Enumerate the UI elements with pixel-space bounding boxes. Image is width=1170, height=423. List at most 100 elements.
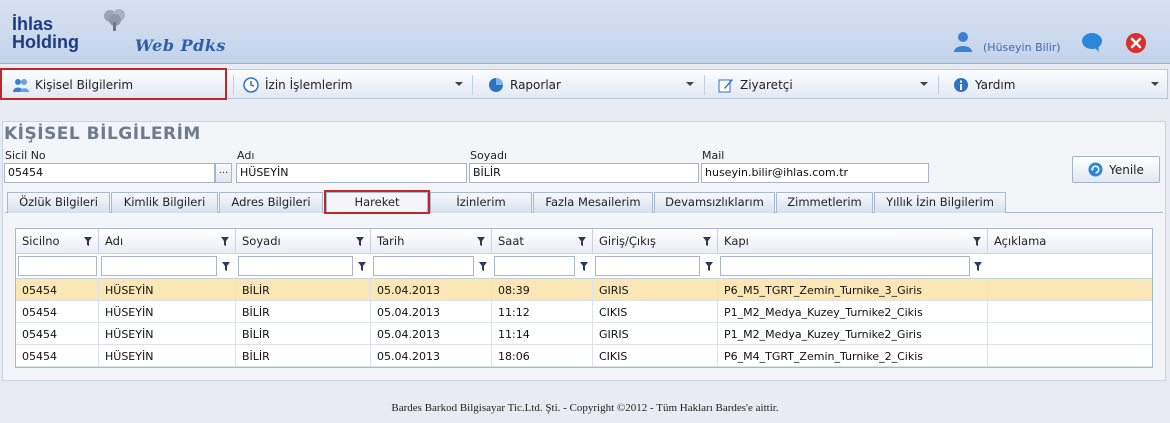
- sicil-no-input[interactable]: 05454: [4, 163, 215, 183]
- filter-icon[interactable]: [580, 262, 588, 271]
- edit-icon: [718, 79, 733, 93]
- column-divider: [592, 279, 593, 367]
- cell-kapi: P6_M5_TGRT_Zemin_Turnike_3_Giris: [724, 284, 922, 297]
- user-icon[interactable]: [952, 31, 974, 53]
- tab-devamsizliklarim[interactable]: Devamsızlıklarım: [654, 192, 775, 213]
- user-name-link[interactable]: (Hüseyin Bilir): [983, 41, 1061, 54]
- cell-sicilno: 05454: [22, 328, 57, 341]
- sicil-lookup-button[interactable]: ...: [215, 163, 232, 183]
- column-divider: [717, 279, 718, 367]
- adi-input[interactable]: HÜSEYİN: [236, 163, 467, 183]
- active-tab-highlight: [324, 190, 430, 214]
- filter-icon[interactable]: [703, 237, 711, 246]
- app-header: İhlas Holding Web Pdks (Hüseyin Bilir): [0, 0, 1170, 64]
- filter-icon[interactable]: [222, 262, 230, 271]
- menu-separator: [233, 75, 234, 95]
- filter-icon[interactable]: [705, 262, 713, 271]
- cell-sicilno: 05454: [22, 306, 57, 319]
- sicil-no-label: Sicil No: [5, 149, 46, 162]
- filter-row: [16, 254, 1152, 279]
- column-header-saat[interactable]: Saat: [492, 229, 593, 254]
- chat-icon[interactable]: [1081, 32, 1103, 52]
- logout-close-icon[interactable]: [1125, 32, 1147, 54]
- column-header-aciklama[interactable]: Açıklama: [988, 229, 1152, 254]
- menu-label: Raporlar: [510, 78, 561, 92]
- cell-giris-cikis: GIRIS: [599, 328, 629, 341]
- filter-icon[interactable]: [974, 262, 982, 271]
- tab-zimmetlerim[interactable]: Zimmetlerim: [776, 192, 873, 213]
- refresh-button[interactable]: Yenile: [1072, 156, 1160, 183]
- column-header-label: Tarih: [377, 234, 405, 248]
- filter-input-sicilno[interactable]: [18, 256, 97, 276]
- refresh-icon: [1088, 162, 1103, 177]
- chevron-down-icon: [686, 82, 694, 86]
- cell-tarih: 05.04.2013: [377, 306, 440, 319]
- filter-icon[interactable]: [973, 237, 981, 246]
- column-header-sicilno[interactable]: Sicilno: [16, 229, 99, 254]
- menu-item-ziyaretci[interactable]: Ziyaretçi: [718, 70, 936, 100]
- filter-icon[interactable]: [578, 237, 586, 246]
- soyadi-label: Soyadı: [470, 149, 508, 162]
- cell-adi: HÜSEYİN: [105, 284, 154, 297]
- column-header-adi[interactable]: Adı: [99, 229, 236, 254]
- filter-icon[interactable]: [358, 262, 366, 271]
- cell-saat: 11:12: [498, 306, 530, 319]
- chevron-down-icon: [1151, 82, 1159, 86]
- filter-icon[interactable]: [479, 262, 487, 271]
- menu-item-yardim[interactable]: Yardım: [953, 70, 1167, 100]
- cell-soyadi: BİLİR: [242, 328, 270, 341]
- column-header-tarih[interactable]: Tarih: [371, 229, 492, 254]
- table-row[interactable]: 05454 HÜSEYİN BİLİR 05.04.2013 18:06 CIK…: [16, 345, 1152, 367]
- column-header-label: Giriş/Çıkış: [599, 234, 656, 248]
- cell-adi: HÜSEYİN: [105, 328, 154, 341]
- filter-icon[interactable]: [221, 237, 229, 246]
- filter-icon[interactable]: [477, 237, 485, 246]
- cell-saat: 11:14: [498, 328, 530, 341]
- filter-input-tarih[interactable]: [373, 256, 474, 276]
- filter-icon[interactable]: [84, 237, 92, 246]
- column-header-giris-cikis[interactable]: Giriş/Çıkış: [593, 229, 718, 254]
- tab-ozluk-bilgileri[interactable]: Özlük Bilgileri: [7, 192, 110, 213]
- cell-tarih: 05.04.2013: [377, 328, 440, 341]
- column-divider: [987, 279, 988, 367]
- table-row[interactable]: 05454 HÜSEYİN BİLİR 05.04.2013 11:14 GIR…: [16, 323, 1152, 345]
- adi-label: Adı: [237, 149, 255, 162]
- filter-input-kapi[interactable]: [720, 256, 970, 276]
- menu-item-raporlar[interactable]: Raporlar: [488, 70, 702, 100]
- column-header-label: Kapı: [724, 234, 749, 248]
- chevron-down-icon: [455, 82, 463, 86]
- soyadi-input[interactable]: BİLİR: [469, 163, 699, 183]
- mail-input[interactable]: huseyin.bilir@ihlas.com.tr: [701, 163, 929, 183]
- cell-saat: 18:06: [498, 350, 530, 363]
- filter-input-giris-cikis[interactable]: [595, 256, 700, 276]
- tab-fazla-mesailerim[interactable]: Fazla Mesailerim: [533, 192, 653, 213]
- menu-separator: [704, 75, 705, 95]
- cell-soyadi: BİLİR: [242, 284, 270, 297]
- tab-yillik-izin-bilgilerim[interactable]: Yıllık İzin Bilgilerim: [874, 192, 1006, 213]
- menu-label: İzin İşlemlerim: [265, 78, 353, 92]
- filter-input-adi[interactable]: [101, 256, 217, 276]
- cell-saat: 08:39: [498, 284, 530, 297]
- cell-giris-cikis: CIKIS: [599, 350, 628, 363]
- filter-input-soyadi[interactable]: [238, 256, 353, 276]
- cell-tarih: 05.04.2013: [377, 350, 440, 363]
- column-header-label: Sicilno: [22, 234, 60, 248]
- table-row[interactable]: 05454 HÜSEYİN BİLİR 05.04.2013 11:12 CIK…: [16, 301, 1152, 323]
- tab-adres-bilgileri[interactable]: Adres Bilgileri: [219, 192, 323, 213]
- logo-text-top: İhlas: [12, 14, 54, 34]
- column-header-soyadi[interactable]: Soyadı: [236, 229, 371, 254]
- table-row[interactable]: 05454 HÜSEYİN BİLİR 05.04.2013 08:39 GIR…: [16, 279, 1152, 301]
- cell-tarih: 05.04.2013: [377, 284, 440, 297]
- menu-item-izin-islemlerim[interactable]: İzin İşlemlerim: [243, 70, 471, 100]
- filter-input-saat[interactable]: [494, 256, 575, 276]
- filter-icon[interactable]: [356, 237, 364, 246]
- column-divider: [235, 279, 236, 367]
- cell-kapi: P6_M4_TGRT_Zemin_Turnike_2_Cikis: [724, 350, 923, 363]
- cell-kapi: P1_M2_Medya_Kuzey_Turnike2_Giris: [724, 328, 922, 341]
- column-header-kapi[interactable]: Kapı: [718, 229, 988, 254]
- cell-sicilno: 05454: [22, 350, 57, 363]
- pie-chart-icon: [489, 78, 503, 92]
- menu-separator: [472, 75, 473, 95]
- tab-izinlerim[interactable]: İzinlerim: [430, 192, 532, 213]
- tab-kimlik-bilgileri[interactable]: Kimlik Bilgileri: [111, 192, 218, 213]
